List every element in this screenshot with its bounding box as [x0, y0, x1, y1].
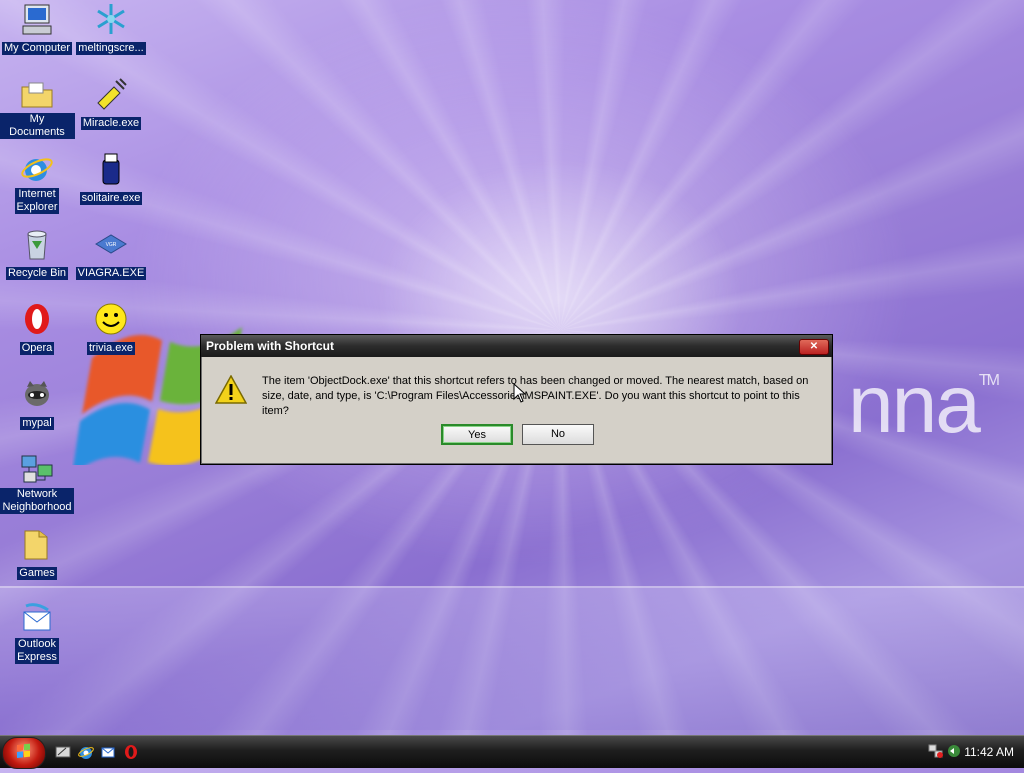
- dialog-message: The item 'ObjectDock.exe' that this shor…: [262, 374, 822, 419]
- dialog-titlebar[interactable]: Problem with Shortcut ✕: [201, 335, 832, 357]
- svg-text:VGR: VGR: [106, 242, 117, 248]
- warning-icon: [215, 375, 247, 404]
- network-icon: [20, 452, 54, 486]
- folder-icon: [20, 527, 54, 561]
- snowflake-icon: [94, 2, 128, 36]
- folder-documents-icon: [20, 77, 54, 111]
- windows-start-icon: [17, 743, 30, 758]
- desktop-icon-label: Miracle.exe: [80, 117, 142, 130]
- desktop-icon-label: My Documents: [0, 113, 75, 139]
- desktop-icon-label: Games: [17, 567, 57, 580]
- desktop-icon-label: solitaire.exe: [79, 192, 143, 205]
- desktop-icon-label: My Computer: [1, 42, 73, 55]
- internet-explorer-icon: [20, 152, 54, 186]
- smiley-icon: [94, 302, 128, 336]
- wallpaper-horizon-line: [0, 586, 1024, 588]
- desktop-icon-viagra[interactable]: VGR VIAGRA.EXE: [73, 227, 149, 281]
- desktop-icon-my-documents[interactable]: My Documents: [0, 77, 75, 140]
- miracle-exe-icon: [94, 77, 128, 111]
- solitaire-exe-icon: [94, 152, 128, 186]
- desktop-icon-meltingscreen[interactable]: meltingscre...: [73, 2, 149, 56]
- desktop-icon-miracle[interactable]: Miracle.exe: [73, 77, 149, 131]
- desktop-icon-network-neighborhood[interactable]: Network Neighborhood: [0, 452, 75, 515]
- desktop-icon-label: Opera: [19, 342, 55, 355]
- my-computer-icon: [20, 2, 54, 36]
- raccoon-icon: [20, 377, 54, 411]
- desktop-icon-label: trivia.exe: [86, 342, 136, 355]
- no-button[interactable]: No: [522, 424, 594, 445]
- internet-explorer-icon[interactable]: [78, 744, 94, 760]
- opera-icon: [20, 302, 54, 336]
- desktop-icon-label: meltingscre...: [76, 42, 146, 55]
- desktop-icon-internet-explorer[interactable]: Internet Explorer: [0, 152, 75, 215]
- desktop-icon-games[interactable]: Games: [0, 527, 75, 581]
- yes-button[interactable]: Yes: [441, 424, 513, 445]
- desktop-icon-outlook-express[interactable]: Outlook Express: [0, 602, 75, 665]
- desktop-icon-label: Recycle Bin: [5, 267, 69, 280]
- pill-icon: VGR: [94, 227, 128, 261]
- mouse-cursor-icon: [513, 383, 527, 403]
- start-button[interactable]: [2, 737, 46, 769]
- desktop-icon-label: Outlook Express: [15, 638, 59, 664]
- outlook-express-icon: [20, 602, 54, 636]
- clock[interactable]: 11:42 AM: [964, 745, 1014, 759]
- desktop-icon-opera[interactable]: Opera: [0, 302, 75, 356]
- volume-tray-icon[interactable]: [946, 743, 962, 759]
- recycle-bin-icon: [20, 227, 54, 261]
- close-button[interactable]: ✕: [799, 339, 829, 355]
- outlook-icon[interactable]: [100, 744, 116, 760]
- desktop-icon-label: mypal: [20, 417, 54, 430]
- desktop-icon-trivia[interactable]: trivia.exe: [73, 302, 149, 356]
- system-tray: 11:42 AM: [924, 736, 1024, 768]
- desktop-icon-label: Network Neighborhood: [0, 488, 74, 514]
- show-desktop-icon[interactable]: [55, 744, 71, 760]
- desktop-icon-my-computer[interactable]: My Computer: [0, 2, 75, 56]
- network-tray-icon[interactable]: [928, 743, 944, 759]
- wallpaper-brand-text: nnaTM: [848, 359, 1000, 450]
- desktop-icon-recycle-bin[interactable]: Recycle Bin: [0, 227, 75, 281]
- desktop-icon-solitaire[interactable]: solitaire.exe: [73, 152, 149, 206]
- desktop-icon-label: Internet Explorer: [14, 188, 60, 214]
- dialog-title: Problem with Shortcut: [206, 339, 335, 353]
- opera-icon[interactable]: [123, 744, 139, 760]
- desktop-icon-label: VIAGRA.EXE: [75, 267, 147, 280]
- desktop-icon-mypal[interactable]: mypal: [0, 377, 75, 431]
- wallpaper-lower-band: [0, 588, 1024, 730]
- dialog-message-line: The item 'ObjectDock.exe' that this shor…: [262, 375, 809, 387]
- close-icon: ✕: [809, 341, 819, 352]
- taskbar: 11:42 AM: [0, 735, 1024, 769]
- dialog-message-line: size, date, and type, is 'C:\Program Fil…: [262, 390, 800, 417]
